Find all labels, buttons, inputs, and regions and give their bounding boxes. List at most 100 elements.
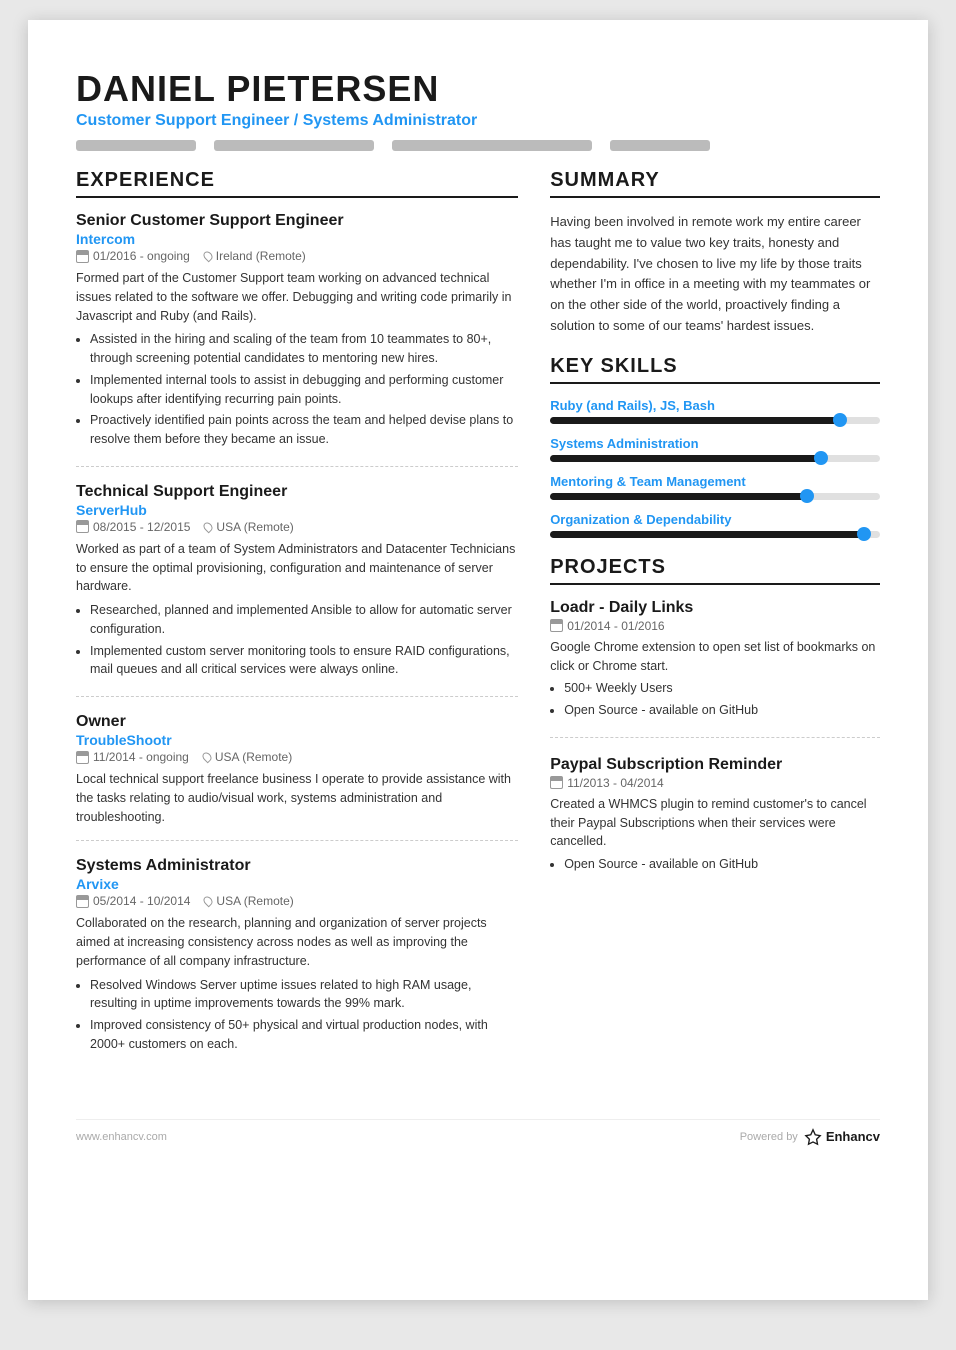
- skills-entries: Ruby (and Rails), JS, Bash Systems Admin…: [550, 398, 880, 538]
- exp-entry: Senior Customer Support Engineer Interco…: [76, 212, 518, 467]
- project-entry: Loadr - Daily Links 01/2014 - 01/2016 Go…: [550, 599, 880, 738]
- exp-company: Arvixe: [76, 876, 518, 892]
- exp-entry: Technical Support Engineer ServerHub 08/…: [76, 483, 518, 697]
- summary-section: SUMMARY Having been involved in remote w…: [550, 169, 880, 337]
- header: DANIEL PIETERSEN Customer Support Engine…: [76, 68, 880, 151]
- exp-job-title: Senior Customer Support Engineer: [76, 212, 518, 230]
- exp-date: 08/2015 - 12/2015: [76, 520, 190, 534]
- calendar-icon: [76, 520, 89, 533]
- key-skills-section: KEY SKILLS Ruby (and Rails), JS, Bash Sy…: [550, 355, 880, 538]
- calendar-icon: [76, 895, 89, 908]
- contact-blurred-4: [610, 140, 710, 151]
- skill-label: Mentoring & Team Management: [550, 474, 880, 489]
- location-icon: [202, 895, 215, 908]
- resume-page: DANIEL PIETERSEN Customer Support Engine…: [28, 20, 928, 1300]
- skill-label: Organization & Dependability: [550, 512, 880, 527]
- exp-entry: Owner TroubleShootr 11/2014 - ongoing US…: [76, 713, 518, 841]
- exp-bullet: Implemented custom server monitoring too…: [90, 642, 518, 680]
- project-entries: Loadr - Daily Links 01/2014 - 01/2016 Go…: [550, 599, 880, 891]
- exp-job-title: Technical Support Engineer: [76, 483, 518, 501]
- two-col-layout: EXPERIENCE Senior Customer Support Engin…: [76, 169, 880, 1089]
- exp-location: USA (Remote): [204, 894, 293, 908]
- exp-job-title: Systems Administrator: [76, 857, 518, 875]
- skill-item: Mentoring & Team Management: [550, 474, 880, 500]
- project-entry: Paypal Subscription Reminder 11/2013 - 0…: [550, 756, 880, 891]
- skill-label: Systems Administration: [550, 436, 880, 451]
- exp-bullet: Improved consistency of 50+ physical and…: [90, 1016, 518, 1054]
- skill-item: Organization & Dependability: [550, 512, 880, 538]
- exp-description: Local technical support freelance busine…: [76, 770, 518, 826]
- experience-entries: Senior Customer Support Engineer Interco…: [76, 212, 518, 1071]
- skill-bar-fill: [550, 493, 807, 500]
- exp-entry: Systems Administrator Arvixe 05/2014 - 1…: [76, 857, 518, 1070]
- project-meta: 01/2014 - 01/2016: [550, 619, 880, 633]
- exp-meta: 01/2016 - ongoing Ireland (Remote): [76, 249, 518, 263]
- exp-bullet: Proactively identified pain points acros…: [90, 411, 518, 449]
- skill-bar-fill: [550, 417, 840, 424]
- location-icon: [201, 250, 214, 263]
- enhancv-brand-name: Enhancv: [826, 1129, 880, 1144]
- footer-website: www.enhancv.com: [76, 1131, 167, 1143]
- skill-label: Ruby (and Rails), JS, Bash: [550, 398, 880, 413]
- skill-bar-dot: [857, 527, 871, 541]
- exp-description: Worked as part of a team of System Admin…: [76, 540, 518, 596]
- project-bullet: Open Source - available on GitHub: [564, 855, 880, 874]
- candidate-name: DANIEL PIETERSEN: [76, 68, 880, 110]
- projects-section-title: PROJECTS: [550, 556, 880, 585]
- project-description: Google Chrome extension to open set list…: [550, 638, 880, 676]
- exp-location: USA (Remote): [203, 750, 292, 764]
- exp-company: TroubleShootr: [76, 732, 518, 748]
- skill-bar-dot: [800, 489, 814, 503]
- contact-blurred-3: [392, 140, 592, 151]
- exp-date: 11/2014 - ongoing: [76, 750, 189, 764]
- right-column: SUMMARY Having been involved in remote w…: [550, 169, 880, 1089]
- calendar-icon: [550, 619, 563, 632]
- footer-brand: Powered by Enhancv: [740, 1128, 880, 1146]
- exp-description: Collaborated on the research, planning a…: [76, 914, 518, 970]
- calendar-icon: [550, 776, 563, 789]
- summary-section-title: SUMMARY: [550, 169, 880, 198]
- exp-meta: 05/2014 - 10/2014 USA (Remote): [76, 894, 518, 908]
- skill-bar-dot: [833, 413, 847, 427]
- exp-company: Intercom: [76, 231, 518, 247]
- summary-text: Having been involved in remote work my e…: [550, 212, 880, 337]
- exp-date: 01/2016 - ongoing: [76, 249, 190, 263]
- powered-by-label: Powered by: [740, 1131, 798, 1143]
- calendar-icon: [76, 250, 89, 263]
- exp-description: Formed part of the Customer Support team…: [76, 269, 518, 325]
- enhancv-logo: Enhancv: [804, 1128, 880, 1146]
- exp-bullet: Resolved Windows Server uptime issues re…: [90, 976, 518, 1014]
- projects-section: PROJECTS Loadr - Daily Links 01/2014 - 0…: [550, 556, 880, 891]
- exp-company: ServerHub: [76, 502, 518, 518]
- skills-section-title: KEY SKILLS: [550, 355, 880, 384]
- skill-bar-track: [550, 417, 880, 424]
- experience-section: EXPERIENCE Senior Customer Support Engin…: [76, 169, 518, 1071]
- experience-section-title: EXPERIENCE: [76, 169, 518, 198]
- skill-bar-track: [550, 493, 880, 500]
- exp-job-title: Owner: [76, 713, 518, 731]
- exp-bullet: Researched, planned and implemented Ansi…: [90, 601, 518, 639]
- contact-info: [76, 140, 880, 151]
- exp-location: Ireland (Remote): [204, 249, 306, 263]
- skill-bar-fill: [550, 455, 820, 462]
- project-bullet: Open Source - available on GitHub: [564, 701, 880, 720]
- exp-meta: 08/2015 - 12/2015 USA (Remote): [76, 520, 518, 534]
- exp-meta: 11/2014 - ongoing USA (Remote): [76, 750, 518, 764]
- skill-bar-fill: [550, 531, 863, 538]
- project-description: Created a WHMCS plugin to remind custome…: [550, 795, 880, 851]
- skill-bar-dot: [814, 451, 828, 465]
- project-meta: 11/2013 - 04/2014: [550, 776, 880, 790]
- exp-bullet: Assisted in the hiring and scaling of th…: [90, 330, 518, 368]
- contact-blurred-1: [76, 140, 196, 151]
- left-column: EXPERIENCE Senior Customer Support Engin…: [76, 169, 518, 1089]
- skill-item: Systems Administration: [550, 436, 880, 462]
- location-icon: [200, 751, 213, 764]
- project-title: Paypal Subscription Reminder: [550, 756, 880, 774]
- enhancv-icon: [804, 1128, 822, 1146]
- project-title: Loadr - Daily Links: [550, 599, 880, 617]
- candidate-title: Customer Support Engineer / Systems Admi…: [76, 112, 880, 130]
- location-icon: [202, 520, 215, 533]
- contact-blurred-2: [214, 140, 374, 151]
- exp-date: 05/2014 - 10/2014: [76, 894, 190, 908]
- skill-bar-track: [550, 455, 880, 462]
